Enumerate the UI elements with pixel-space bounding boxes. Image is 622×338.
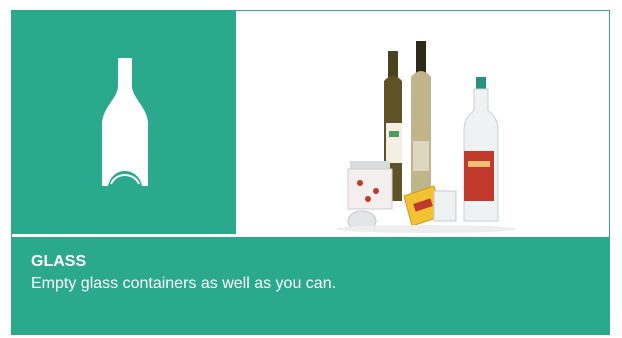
card-description: Empty glass containers as well as you ca… bbox=[31, 275, 337, 292]
glass-recycling-card: GLASS Empty glass containers as well as … bbox=[11, 10, 610, 335]
glass-containers-image bbox=[336, 41, 516, 233]
glass-bottle-icon bbox=[102, 58, 148, 186]
category-icon-panel bbox=[12, 11, 236, 234]
caption-panel: GLASS Empty glass containers as well as … bbox=[12, 237, 609, 334]
glass-containers-photo bbox=[236, 11, 609, 234]
card-title: GLASS bbox=[31, 253, 87, 270]
